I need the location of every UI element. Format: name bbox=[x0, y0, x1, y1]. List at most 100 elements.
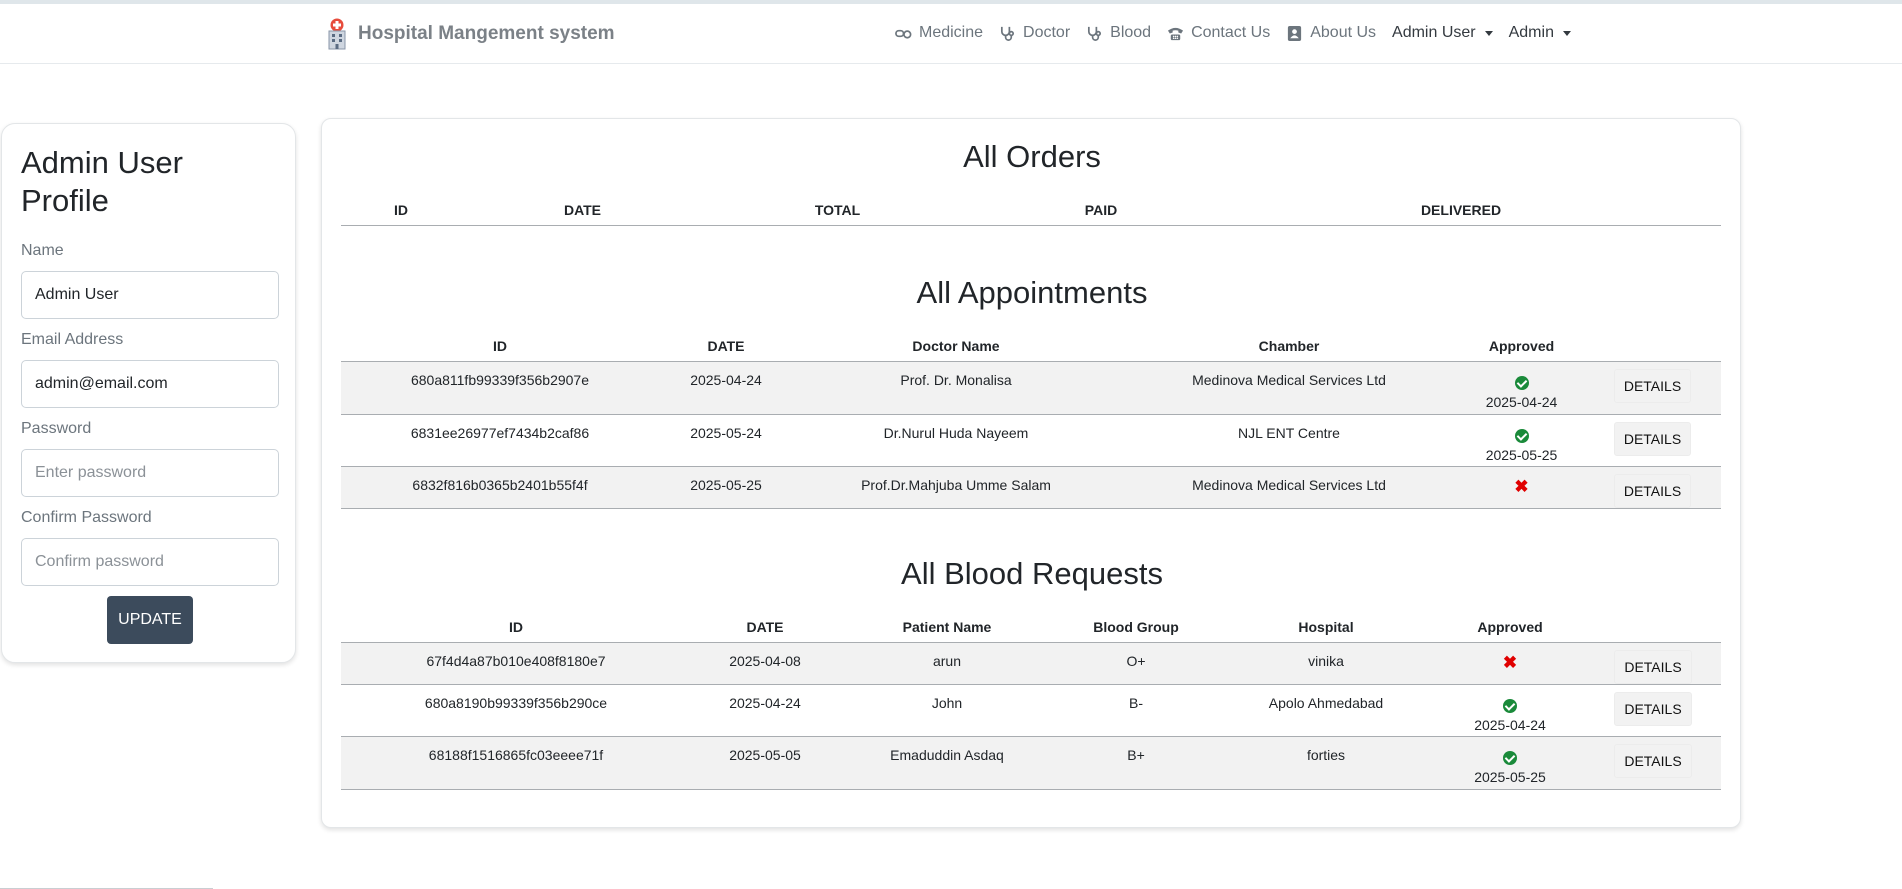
dashboard-card: All Orders ID DATE TOTAL PAID DELIVERED … bbox=[321, 118, 1741, 828]
orders-col-paid: PAID bbox=[971, 195, 1231, 226]
blood-request-date: 2025-04-08 bbox=[691, 642, 839, 685]
blood-request-id: 680a8190b99339f356b290ce bbox=[341, 684, 691, 737]
email-input[interactable] bbox=[21, 360, 279, 408]
appointment-id: 680a811fb99339f356b2907e bbox=[341, 361, 659, 415]
nav-medicine[interactable]: Medicine bbox=[895, 24, 983, 42]
appointment-chamber: NJL ENT Centre bbox=[1119, 414, 1459, 467]
nav-doctor[interactable]: Doctor bbox=[999, 24, 1070, 42]
nav-contact[interactable]: Contact Us bbox=[1167, 24, 1270, 42]
blood-col-approved: Approved bbox=[1435, 612, 1585, 643]
check-icon bbox=[1514, 428, 1529, 443]
blood-request-date: 2025-04-24 bbox=[691, 684, 839, 737]
hospital-logo-icon bbox=[328, 18, 346, 50]
nav-contact-label: Contact Us bbox=[1191, 24, 1271, 41]
confirm-password-input[interactable] bbox=[21, 538, 279, 586]
password-input[interactable] bbox=[21, 449, 279, 497]
cross-icon: ✖ bbox=[1502, 652, 1518, 672]
orders-table: ID DATE TOTAL PAID DELIVERED bbox=[341, 195, 1721, 226]
blood-col-date: DATE bbox=[691, 612, 839, 643]
approved-date: 2025-04-24 bbox=[1474, 716, 1546, 733]
approved-date: 2025-04-24 bbox=[1485, 393, 1558, 410]
blood-request-row: 68188f1516865fc03eeee71f 2025-05-05 Emad… bbox=[341, 736, 1721, 790]
details-button[interactable]: DETAILS bbox=[1613, 421, 1692, 456]
blood-col-actions bbox=[1585, 612, 1721, 643]
details-button[interactable]: DETAILS bbox=[1614, 691, 1692, 726]
details-button[interactable]: DETAILS bbox=[1613, 473, 1692, 508]
caret-down-icon bbox=[1562, 30, 1571, 36]
blood-requests-title: All Blood Requests bbox=[901, 556, 1163, 591]
appointments-col-actions bbox=[1584, 331, 1721, 362]
appointment-id: 6831ee26977ef7434b2caf86 bbox=[341, 414, 659, 467]
nav-menu: Medicine Doctor Blood Contact Us About U… bbox=[895, 24, 1571, 42]
brand-title: Hospital Mangement system bbox=[358, 23, 615, 44]
blood-request-actions: DETAILS bbox=[1585, 642, 1721, 685]
nav-about-label: About Us bbox=[1310, 24, 1377, 41]
blood-request-row: 680a8190b99339f356b290ce 2025-04-24 John… bbox=[341, 684, 1721, 737]
blood-request-group: B+ bbox=[1055, 736, 1217, 790]
appointment-doctor: Prof. Dr. Monalisa bbox=[793, 361, 1119, 415]
blood-requests-table: ID DATE Patient Name Blood Group Hospita… bbox=[341, 612, 1721, 790]
blood-request-hospital: vinika bbox=[1217, 642, 1435, 685]
approved-date: 2025-05-25 bbox=[1485, 446, 1558, 463]
appointment-actions: DETAILS bbox=[1584, 466, 1721, 509]
blood-col-hospital: Hospital bbox=[1217, 612, 1435, 643]
check-icon bbox=[1514, 375, 1529, 390]
confirm-password-label: Confirm Password bbox=[21, 509, 152, 526]
appointments-col-date: DATE bbox=[659, 331, 793, 362]
blood-request-row: 67f4d4a87b010e408f8180e7 2025-04-08 arun… bbox=[341, 642, 1721, 685]
appointment-doctor: Prof.Dr.Mahjuba Umme Salam bbox=[793, 466, 1119, 509]
email-label: Email Address bbox=[21, 331, 124, 348]
details-button[interactable]: DETAILS bbox=[1614, 743, 1692, 778]
appointments-table: ID DATE Doctor Name Chamber Approved 680… bbox=[341, 331, 1721, 509]
blood-request-approved: ✖ bbox=[1435, 642, 1585, 685]
caret-down-icon bbox=[1484, 30, 1493, 36]
blood-request-date: 2025-05-05 bbox=[691, 736, 839, 790]
details-button[interactable]: DETAILS bbox=[1614, 649, 1692, 684]
appointment-approved: 2025-04-24 bbox=[1459, 361, 1584, 415]
appointments-col-doctor: Doctor Name bbox=[793, 331, 1119, 362]
blood-request-actions: DETAILS bbox=[1585, 684, 1721, 737]
pills-icon bbox=[895, 29, 912, 39]
blood-request-hospital: forties bbox=[1217, 736, 1435, 790]
nav-blood-label: Blood bbox=[1110, 24, 1152, 41]
blood-request-patient: Emaduddin Asdaq bbox=[839, 736, 1055, 790]
blood-request-actions: DETAILS bbox=[1585, 736, 1721, 790]
appointments-title: All Appointments bbox=[916, 275, 1148, 310]
navbar: Hospital Mangement system Medicine Docto… bbox=[0, 4, 1902, 64]
blood-col-id: ID bbox=[341, 612, 691, 643]
orders-col-id: ID bbox=[341, 195, 461, 226]
appointment-row: 680a811fb99339f356b2907e 2025-04-24 Prof… bbox=[341, 361, 1721, 415]
blood-request-id: 68188f1516865fc03eeee71f bbox=[341, 736, 691, 790]
password-label: Password bbox=[21, 420, 92, 437]
stethoscope-icon bbox=[1088, 26, 1102, 41]
stethoscope-icon bbox=[1001, 26, 1015, 41]
nav-admin-dropdown[interactable]: Admin bbox=[1509, 24, 1571, 42]
blood-request-patient: arun bbox=[839, 642, 1055, 685]
appointments-col-approved: Approved bbox=[1459, 331, 1584, 362]
appointment-row: 6832f816b0365b2401b55f4f 2025-05-25 Prof… bbox=[341, 466, 1721, 509]
details-button[interactable]: DETAILS bbox=[1613, 368, 1692, 403]
blood-request-patient: John bbox=[839, 684, 1055, 737]
check-icon bbox=[1503, 750, 1517, 765]
orders-title: All Orders bbox=[963, 139, 1101, 174]
appointment-approved: 2025-05-25 bbox=[1459, 414, 1584, 467]
brand[interactable]: Hospital Mangement system bbox=[326, 18, 615, 50]
orders-col-delivered: DELIVERED bbox=[1231, 195, 1691, 226]
blood-request-hospital: Apolo Ahmedabad bbox=[1217, 684, 1435, 737]
nav-admin-user-dropdown[interactable]: Admin User bbox=[1392, 24, 1493, 42]
nav-blood[interactable]: Blood bbox=[1086, 24, 1151, 42]
name-input[interactable] bbox=[21, 271, 279, 319]
appointment-date: 2025-05-24 bbox=[659, 414, 793, 467]
nav-about[interactable]: About Us bbox=[1286, 24, 1376, 42]
update-button[interactable]: UPDATE bbox=[107, 596, 193, 644]
orders-col-date: DATE bbox=[461, 195, 704, 226]
appointment-chamber: Medinova Medical Services Ltd bbox=[1119, 361, 1459, 415]
nav-admin-user-label: Admin User bbox=[1392, 24, 1476, 41]
appointments-header-row: ID DATE Doctor Name Chamber Approved bbox=[341, 331, 1721, 362]
name-label: Name bbox=[21, 242, 64, 259]
contact-card-icon bbox=[1288, 25, 1302, 41]
cross-icon: ✖ bbox=[1514, 476, 1529, 496]
blood-header-row: ID DATE Patient Name Blood Group Hospita… bbox=[341, 612, 1721, 643]
appointments-col-id: ID bbox=[341, 331, 659, 362]
appointment-approved: ✖ bbox=[1459, 466, 1584, 509]
